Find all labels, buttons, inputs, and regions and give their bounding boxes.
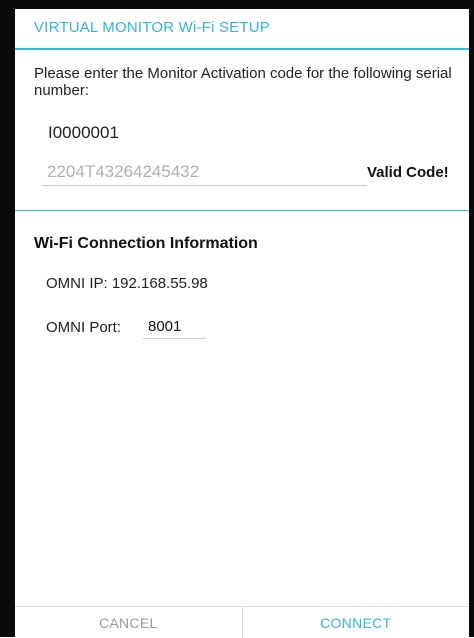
activation-prompt: Please enter the Monitor Activation code… xyxy=(34,65,452,99)
device-bezel-top xyxy=(0,0,474,9)
dialog-title: VIRTUAL MONITOR Wi-Fi SETUP xyxy=(34,19,270,36)
omni-port-label: OMNI Port: xyxy=(46,319,122,336)
section-divider xyxy=(15,210,469,211)
device-bezel-left xyxy=(0,0,15,637)
device-bezel-right xyxy=(469,0,474,637)
omni-port-input[interactable] xyxy=(143,314,206,339)
dialog-button-bar: CANCEL CONNECT xyxy=(15,606,469,638)
wifi-setup-dialog: VIRTUAL MONITOR Wi-Fi SETUP Please enter… xyxy=(15,9,469,638)
connect-button[interactable]: CONNECT xyxy=(243,607,470,638)
serial-number: I0000001 xyxy=(48,123,119,142)
wifi-section-heading: Wi-Fi Connection Information xyxy=(34,235,258,252)
cancel-button[interactable]: CANCEL xyxy=(15,607,243,638)
activation-code-input[interactable] xyxy=(42,159,367,186)
omni-ip-label: OMNI IP: 192.168.55.98 xyxy=(46,275,208,292)
validation-status: Valid Code! xyxy=(367,164,449,181)
title-divider xyxy=(15,48,469,50)
